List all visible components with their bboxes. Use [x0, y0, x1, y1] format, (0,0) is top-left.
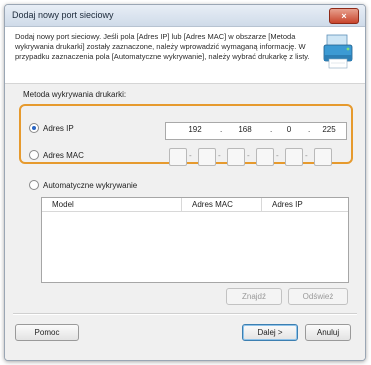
mac-dash: - [276, 151, 279, 160]
ip-octet-3[interactable]: 0 [274, 125, 304, 134]
mac-octet-4[interactable] [256, 148, 274, 166]
ip-dot-2: . [270, 125, 273, 134]
close-button[interactable]: × [329, 8, 359, 24]
radio-auto-label: Automatyczne wykrywanie [43, 180, 138, 190]
ip-dot-1: . [220, 125, 223, 134]
mac-octet-3[interactable] [227, 148, 245, 166]
description-text: Dodaj nowy port sieciowy. Jeśli pola [Ad… [15, 32, 310, 61]
mac-dash: - [305, 151, 308, 160]
refresh-button[interactable]: Odśwież [288, 288, 348, 305]
ip-address-input[interactable]: 192 . 168 . 0 . 225 [165, 122, 347, 140]
cancel-button[interactable]: Anuluj [305, 324, 351, 341]
radio-button[interactable] [29, 180, 39, 190]
ip-octet-4[interactable]: 225 [314, 125, 344, 134]
radio-mac-address[interactable]: Adres MAC [29, 150, 84, 160]
column-header-model[interactable]: Model [42, 198, 182, 212]
mac-octet-5[interactable] [285, 148, 303, 166]
search-button[interactable]: Znajdź [226, 288, 282, 305]
mac-dash: - [218, 151, 221, 160]
title-bar: Dodaj nowy port sieciowy × [5, 5, 365, 27]
column-header-mac[interactable]: Adres MAC [182, 198, 262, 212]
dialog-header: Dodaj nowy port sieciowy. Jeśli pola [Ad… [5, 27, 365, 83]
column-header-ip[interactable]: Adres IP [262, 198, 348, 212]
add-network-port-dialog: Dodaj nowy port sieciowy × Dodaj nowy po… [4, 4, 366, 361]
mac-dash: - [189, 151, 192, 160]
radio-ip-address[interactable]: Adres IP [29, 123, 74, 133]
mac-octet-6[interactable] [314, 148, 332, 166]
dialog-body: Metoda wykrywania drukarki: Adres IP 192… [5, 83, 365, 360]
ip-dot-3: . [308, 125, 311, 134]
detection-method-label: Metoda wykrywania drukarki: [23, 90, 127, 99]
next-button[interactable]: Dalej > [242, 324, 298, 341]
radio-ip-label: Adres IP [43, 123, 74, 133]
help-button[interactable]: Pomoc [15, 324, 79, 341]
divider [13, 313, 357, 315]
mac-octet-2[interactable] [198, 148, 216, 166]
mac-octet-1[interactable] [169, 148, 187, 166]
ip-octet-2[interactable]: 168 [230, 125, 260, 134]
mac-dash: - [247, 151, 250, 160]
network-printer-icon [323, 34, 353, 69]
radio-auto-discovery[interactable]: Automatyczne wykrywanie [29, 180, 137, 190]
ip-octet-1[interactable]: 192 [180, 125, 210, 134]
radio-mac-label: Adres MAC [43, 150, 84, 160]
radio-button-checked[interactable] [29, 123, 39, 133]
window-title: Dodaj nowy port sieciowy [12, 10, 114, 20]
radio-button[interactable] [29, 150, 39, 160]
printer-list-table[interactable]: Model Adres MAC Adres IP [41, 197, 349, 283]
